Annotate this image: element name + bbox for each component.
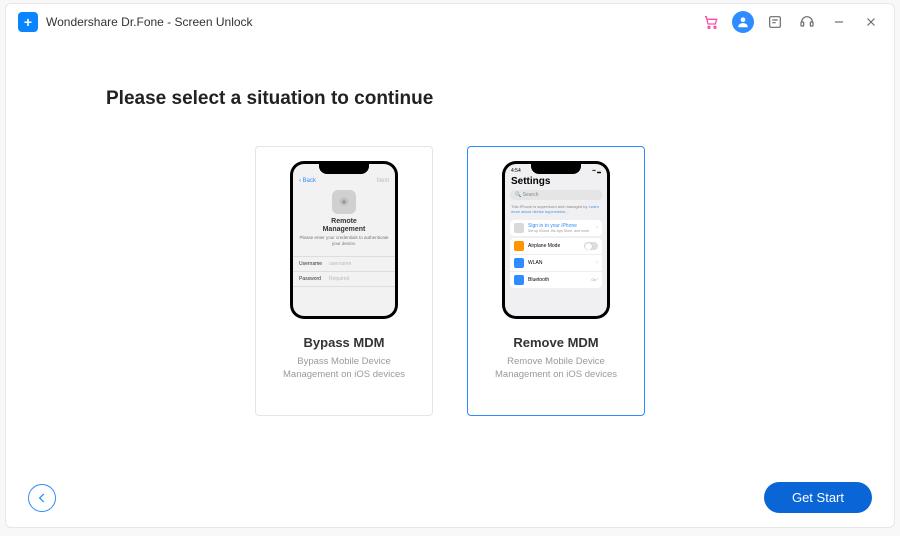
back-button[interactable] xyxy=(28,484,56,512)
app-title: Wondershare Dr.Fone - Screen Unlock xyxy=(46,15,253,29)
footer: Get Start xyxy=(6,482,894,513)
remove-card-desc: Remove Mobile Device Management on iOS d… xyxy=(478,356,634,382)
cart-icon[interactable] xyxy=(700,11,722,33)
chevron-right-icon: › xyxy=(596,260,598,266)
bypass-card-desc: Bypass Mobile Device Management on iOS d… xyxy=(266,356,422,382)
titlebar: + Wondershare Dr.Fone - Screen Unlock xyxy=(6,4,894,40)
page-heading: Please select a situation to continue xyxy=(106,88,804,110)
feedback-icon[interactable] xyxy=(764,11,786,33)
gear-icon xyxy=(332,190,356,214)
bypass-mdm-card[interactable]: ‹ Back Next Remote Management Please ent… xyxy=(255,146,433,416)
airplane-toggle xyxy=(584,242,598,250)
phone-mockup: 4:54 ▪▪ ▂ Settings 🔍 Search This iPhone … xyxy=(502,161,610,319)
settings-heading: Settings xyxy=(505,174,607,190)
app-window: + Wondershare Dr.Fone - Screen Unlock Pl… xyxy=(5,3,895,528)
avatar-icon xyxy=(514,223,524,233)
phone-next-label: Next xyxy=(377,178,389,184)
main-content: Please select a situation to continue ‹ … xyxy=(6,40,894,416)
bluetooth-icon xyxy=(514,275,524,285)
user-icon[interactable] xyxy=(732,11,754,33)
airplane-icon xyxy=(514,241,524,251)
phone-center-subtitle: Please enter your credentials to authent… xyxy=(293,235,395,246)
signin-subtitle: Set up iCloud, the App Store, and more. xyxy=(528,229,596,233)
minimize-icon[interactable] xyxy=(828,11,850,33)
chevron-right-icon: › xyxy=(596,277,598,283)
option-cards: ‹ Back Next Remote Management Please ent… xyxy=(96,146,804,416)
app-logo-icon: + xyxy=(18,12,38,32)
get-start-button[interactable]: Get Start xyxy=(764,482,872,513)
phone-center-title: Remote Management xyxy=(323,218,366,233)
bypass-card-title: Bypass MDM xyxy=(304,335,385,350)
phone-mockup: ‹ Back Next Remote Management Please ent… xyxy=(290,161,398,319)
chevron-right-icon: › xyxy=(596,225,598,231)
wlan-icon xyxy=(514,258,524,268)
username-placeholder: username xyxy=(329,261,351,267)
close-icon[interactable] xyxy=(860,11,882,33)
supervision-info: This iPhone is supervised and managed by… xyxy=(505,200,607,218)
password-placeholder: Required xyxy=(329,276,349,282)
wlan-label: WLAN xyxy=(528,260,596,266)
support-icon[interactable] xyxy=(796,11,818,33)
password-label: Password xyxy=(299,276,329,282)
phone-back-label: ‹ Back xyxy=(299,178,316,184)
bluetooth-label: Bluetooth xyxy=(528,277,591,283)
airplane-label: Airplane Mode xyxy=(528,243,584,249)
remove-card-title: Remove MDM xyxy=(513,335,598,350)
remove-mdm-card[interactable]: 4:54 ▪▪ ▂ Settings 🔍 Search This iPhone … xyxy=(467,146,645,416)
username-label: Username xyxy=(299,261,329,267)
search-field: 🔍 Search xyxy=(510,190,602,200)
